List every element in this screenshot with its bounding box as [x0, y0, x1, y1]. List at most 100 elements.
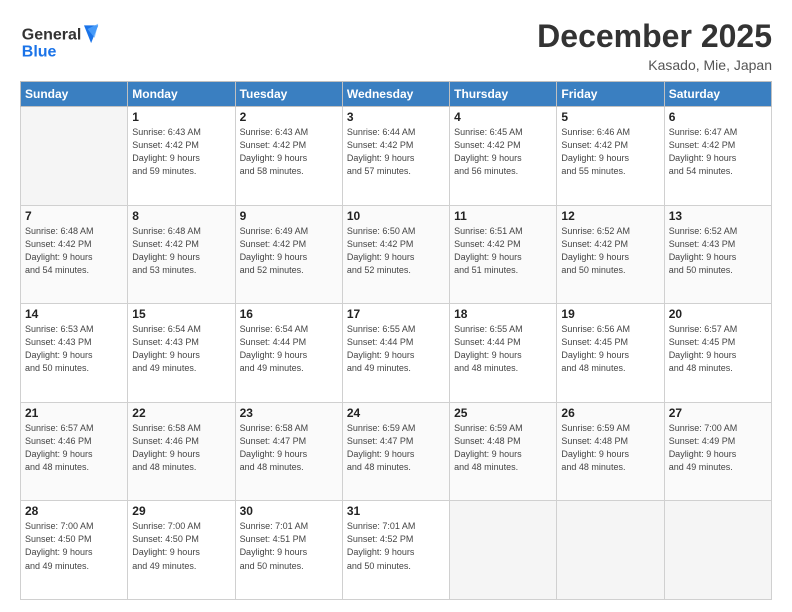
day-info: Sunrise: 6:54 AMSunset: 4:43 PMDaylight:…	[132, 323, 230, 375]
header: General Blue December 2025 Kasado, Mie, …	[20, 18, 772, 73]
day-info: Sunrise: 7:01 AMSunset: 4:51 PMDaylight:…	[240, 520, 338, 572]
day-info: Sunrise: 6:57 AMSunset: 4:46 PMDaylight:…	[25, 422, 123, 474]
day-info: Sunrise: 6:51 AMSunset: 4:42 PMDaylight:…	[454, 225, 552, 277]
day-info: Sunrise: 6:59 AMSunset: 4:47 PMDaylight:…	[347, 422, 445, 474]
day-number: 15	[132, 307, 230, 321]
calendar-cell: 21 Sunrise: 6:57 AMSunset: 4:46 PMDayligh…	[21, 402, 128, 501]
calendar-cell: 18 Sunrise: 6:55 AMSunset: 4:44 PMDayligh…	[450, 304, 557, 403]
day-number: 9	[240, 209, 338, 223]
page: General Blue December 2025 Kasado, Mie, …	[0, 0, 792, 612]
day-info: Sunrise: 7:00 AMSunset: 4:50 PMDaylight:…	[132, 520, 230, 572]
day-number: 13	[669, 209, 767, 223]
day-number: 28	[25, 504, 123, 518]
day-header-friday: Friday	[557, 82, 664, 107]
day-number: 1	[132, 110, 230, 124]
day-number: 14	[25, 307, 123, 321]
day-info: Sunrise: 6:47 AMSunset: 4:42 PMDaylight:…	[669, 126, 767, 178]
day-header-wednesday: Wednesday	[342, 82, 449, 107]
day-info: Sunrise: 6:58 AMSunset: 4:46 PMDaylight:…	[132, 422, 230, 474]
day-info: Sunrise: 6:55 AMSunset: 4:44 PMDaylight:…	[347, 323, 445, 375]
day-info: Sunrise: 6:48 AMSunset: 4:42 PMDaylight:…	[25, 225, 123, 277]
calendar-cell: 15 Sunrise: 6:54 AMSunset: 4:43 PMDayligh…	[128, 304, 235, 403]
day-info: Sunrise: 7:00 AMSunset: 4:49 PMDaylight:…	[669, 422, 767, 474]
day-number: 21	[25, 406, 123, 420]
day-number: 11	[454, 209, 552, 223]
day-number: 2	[240, 110, 338, 124]
day-header-tuesday: Tuesday	[235, 82, 342, 107]
calendar-cell: 8 Sunrise: 6:48 AMSunset: 4:42 PMDaylight…	[128, 205, 235, 304]
day-number: 22	[132, 406, 230, 420]
day-number: 31	[347, 504, 445, 518]
day-info: Sunrise: 6:48 AMSunset: 4:42 PMDaylight:…	[132, 225, 230, 277]
day-number: 8	[132, 209, 230, 223]
day-info: Sunrise: 7:00 AMSunset: 4:50 PMDaylight:…	[25, 520, 123, 572]
calendar-cell: 28 Sunrise: 7:00 AMSunset: 4:50 PMDayligh…	[21, 501, 128, 600]
day-number: 23	[240, 406, 338, 420]
calendar-cell: 29 Sunrise: 7:00 AMSunset: 4:50 PMDayligh…	[128, 501, 235, 600]
day-number: 19	[561, 307, 659, 321]
calendar-cell: 4 Sunrise: 6:45 AMSunset: 4:42 PMDaylight…	[450, 107, 557, 206]
day-info: Sunrise: 6:52 AMSunset: 4:42 PMDaylight:…	[561, 225, 659, 277]
calendar-cell: 17 Sunrise: 6:55 AMSunset: 4:44 PMDayligh…	[342, 304, 449, 403]
day-info: Sunrise: 6:43 AMSunset: 4:42 PMDaylight:…	[132, 126, 230, 178]
day-number: 18	[454, 307, 552, 321]
day-number: 30	[240, 504, 338, 518]
day-info: Sunrise: 6:54 AMSunset: 4:44 PMDaylight:…	[240, 323, 338, 375]
day-number: 20	[669, 307, 767, 321]
calendar-cell: 9 Sunrise: 6:49 AMSunset: 4:42 PMDaylight…	[235, 205, 342, 304]
calendar-cell	[664, 501, 771, 600]
calendar-cell: 16 Sunrise: 6:54 AMSunset: 4:44 PMDayligh…	[235, 304, 342, 403]
calendar-cell: 25Sunrise: 6:59 AMSunset: 4:48 PMDayligh…	[450, 402, 557, 501]
logo-image: General Blue	[20, 18, 100, 63]
calendar-cell: 22 Sunrise: 6:58 AMSunset: 4:46 PMDayligh…	[128, 402, 235, 501]
day-header-thursday: Thursday	[450, 82, 557, 107]
day-info: Sunrise: 6:45 AMSunset: 4:42 PMDaylight:…	[454, 126, 552, 178]
svg-text:General: General	[22, 27, 82, 44]
day-number: 6	[669, 110, 767, 124]
day-info: Sunrise: 6:50 AMSunset: 4:42 PMDaylight:…	[347, 225, 445, 277]
calendar-cell: 19 Sunrise: 6:56 AMSunset: 4:45 PMDayligh…	[557, 304, 664, 403]
day-header-sunday: Sunday	[21, 82, 128, 107]
day-info: Sunrise: 6:46 AMSunset: 4:42 PMDaylight:…	[561, 126, 659, 178]
day-info: Sunrise: 6:49 AMSunset: 4:42 PMDaylight:…	[240, 225, 338, 277]
day-info: Sunrise: 6:43 AMSunset: 4:42 PMDaylight:…	[240, 126, 338, 178]
day-number: 27	[669, 406, 767, 420]
calendar-cell: 1 Sunrise: 6:43 AMSunset: 4:42 PMDaylight…	[128, 107, 235, 206]
calendar-cell: 30 Sunrise: 7:01 AMSunset: 4:51 PMDayligh…	[235, 501, 342, 600]
day-info: Sunrise: 6:59 AMSunset: 4:48 PMDaylight:…	[561, 422, 659, 474]
day-info: Sunrise: 6:57 AMSunset: 4:45 PMDaylight:…	[669, 323, 767, 375]
calendar-table: SundayMondayTuesdayWednesdayThursdayFrid…	[20, 81, 772, 600]
day-info: Sunrise: 6:56 AMSunset: 4:45 PMDaylight:…	[561, 323, 659, 375]
location: Kasado, Mie, Japan	[537, 57, 772, 73]
month-title: December 2025	[537, 18, 772, 55]
day-info: Sunrise: 6:59 AMSunset: 4:48 PMDaylight:…	[454, 422, 552, 474]
calendar-cell	[557, 501, 664, 600]
calendar-cell	[450, 501, 557, 600]
day-number: 4	[454, 110, 552, 124]
day-number: 7	[25, 209, 123, 223]
calendar-cell: 20 Sunrise: 6:57 AMSunset: 4:45 PMDayligh…	[664, 304, 771, 403]
day-info: Sunrise: 6:55 AMSunset: 4:44 PMDaylight:…	[454, 323, 552, 375]
svg-text:Blue: Blue	[22, 44, 57, 61]
calendar-cell: 23 Sunrise: 6:58 AMSunset: 4:47 PMDayligh…	[235, 402, 342, 501]
calendar-cell: 12 Sunrise: 6:52 AMSunset: 4:42 PMDayligh…	[557, 205, 664, 304]
calendar-cell: 14 Sunrise: 6:53 AMSunset: 4:43 PMDayligh…	[21, 304, 128, 403]
day-number: 5	[561, 110, 659, 124]
day-number: 10	[347, 209, 445, 223]
day-info: Sunrise: 6:58 AMSunset: 4:47 PMDaylight:…	[240, 422, 338, 474]
day-number: 24	[347, 406, 445, 420]
day-number: 17	[347, 307, 445, 321]
calendar-cell: 3Sunrise: 6:44 AMSunset: 4:42 PMDaylight…	[342, 107, 449, 206]
day-info: Sunrise: 6:53 AMSunset: 4:43 PMDaylight:…	[25, 323, 123, 375]
day-number: 16	[240, 307, 338, 321]
day-info: Sunrise: 7:01 AMSunset: 4:52 PMDaylight:…	[347, 520, 445, 572]
calendar-cell: 27 Sunrise: 7:00 AMSunset: 4:49 PMDayligh…	[664, 402, 771, 501]
calendar-cell: 6 Sunrise: 6:47 AMSunset: 4:42 PMDaylight…	[664, 107, 771, 206]
day-info: Sunrise: 6:44 AMSunset: 4:42 PMDaylight:…	[347, 126, 445, 178]
calendar-cell: 13Sunrise: 6:52 AMSunset: 4:43 PMDayligh…	[664, 205, 771, 304]
calendar-cell: 5 Sunrise: 6:46 AMSunset: 4:42 PMDaylight…	[557, 107, 664, 206]
logo: General Blue	[20, 18, 100, 63]
day-number: 12	[561, 209, 659, 223]
title-section: December 2025 Kasado, Mie, Japan	[537, 18, 772, 73]
day-number: 29	[132, 504, 230, 518]
